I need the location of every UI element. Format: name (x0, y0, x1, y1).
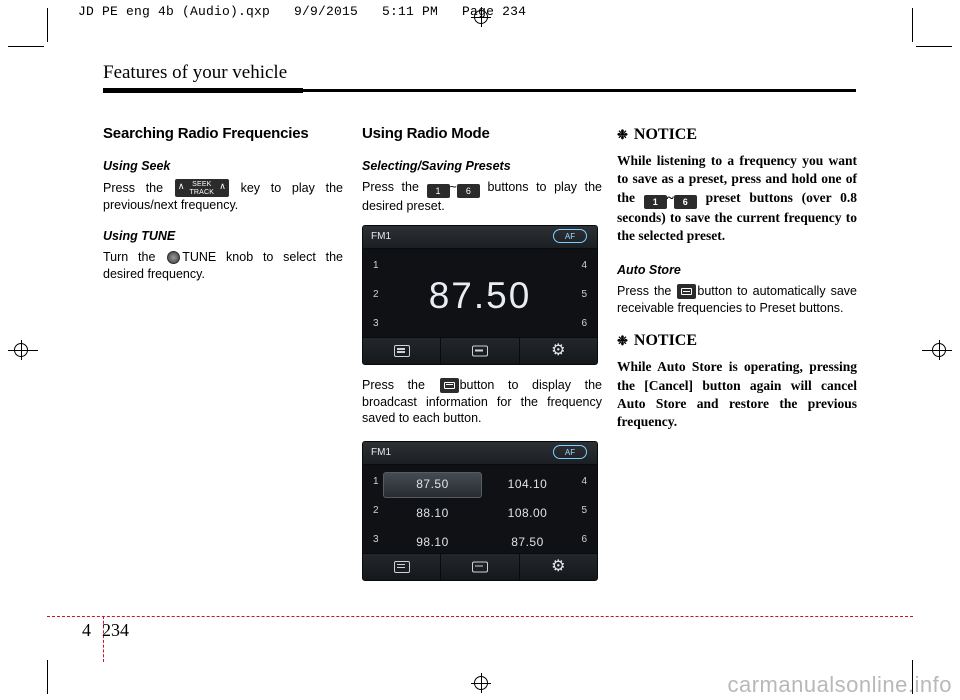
crop-mark-tr-v (912, 8, 913, 42)
preset-row-1: 87.50 104.10 (383, 471, 575, 499)
radio-screen1-frequency-value: 87.50 (428, 274, 532, 316)
info-card-icon (471, 561, 488, 573)
radio-screen2-list-button (363, 553, 442, 580)
preset-value-2: 88.10 (416, 506, 449, 521)
radio-screen2-preset-grid: 87.50 104.10 88.10 108.00 98.10 87.50 (383, 468, 575, 552)
header-rule-accent (103, 88, 303, 93)
preset-value-3: 98.10 (416, 535, 449, 550)
info-card-icon (471, 345, 488, 357)
footer-rule (47, 616, 913, 617)
radio-screen2-band-label: FM1 (371, 446, 391, 458)
notice-heading-1: ❉ NOTICE (617, 124, 857, 145)
tune-text-before: Turn the (103, 250, 156, 265)
registration-mark-left (11, 340, 31, 360)
radio-screen-preset-list: FM1 AF 1 2 3 4 5 6 87.50 104.10 88.10 10… (362, 440, 598, 581)
seek-text-before: Press the (103, 181, 164, 196)
gear-icon: ⚙ (551, 557, 566, 575)
radio-screen1-bottom-bar: ⚙ (363, 336, 597, 364)
notice-preset-key-6-icon: 6 (673, 194, 697, 209)
radio-screen-frequency-display: FM1 AF 1 2 3 4 5 6 87.50 ⚙ (362, 224, 598, 365)
header-rule (303, 89, 856, 92)
preset-value-6: 87.50 (511, 535, 544, 550)
radio-screen2-settings-button: ⚙ (520, 554, 597, 580)
paragraph-preset-buttons: Press the 1 ~6 buttons to play the desire… (362, 179, 602, 215)
section-title-searching-radio-frequencies: Searching Radio Frequencies (103, 125, 309, 142)
notice-range-separator: ~ (666, 189, 674, 205)
site-watermark: carmanualsonline.info (727, 672, 952, 697)
auto-store-key-icon (677, 284, 697, 300)
column-one: Searching Radio Frequencies Using Seek P… (103, 124, 343, 297)
radio-screen2-preset-3: 3 (373, 533, 379, 545)
radio-screen1-settings-button: ⚙ (520, 338, 597, 364)
seek-right-arrow: ∧ (219, 181, 226, 192)
preset-range-separator: ~ (449, 180, 457, 195)
paragraph-using-seek: Press the ∧ SEEK TRACK ∧ key to play the… (103, 179, 343, 214)
section-title-using-radio-mode: Using Radio Mode (362, 125, 490, 142)
list-icon (393, 560, 410, 573)
subsection-auto-store: Auto Store (617, 262, 681, 277)
radio-screen1-list-button (363, 337, 442, 364)
radio-screen2-preset-2: 2 (373, 504, 379, 516)
crop-mark-tl-v (47, 8, 48, 42)
page-canvas: JD PE eng 4b (Audio).qxp 9/9/2015 5:11 P… (0, 0, 960, 700)
folio-page-number: 234 (102, 620, 129, 640)
subsection-using-tune: Using TUNE (103, 228, 176, 243)
radio-screen1-af-badge: AF (553, 228, 587, 243)
subsection-using-seek: Using Seek (103, 158, 171, 173)
preset-value-1: 87.50 (416, 477, 449, 492)
paragraph-auto-store: Press the button to automatically save r… (617, 283, 857, 316)
notice-label-2: NOTICE (633, 332, 698, 350)
preset-text-before: Press the (362, 180, 419, 195)
running-head: Features of your vehicle (103, 62, 288, 83)
notice-preset-key-1-icon: 1 (643, 194, 667, 209)
radio-screen1-preset-4: 4 (581, 259, 587, 271)
subsection-selecting-saving-presets: Selecting/Saving Presets (362, 158, 511, 173)
crop-mark-tl-h (8, 46, 44, 47)
tune-knob-icon (167, 251, 181, 265)
notice-paragraph-1: While listening to a frequency you want … (617, 152, 857, 245)
seek-track-key-icon: ∧ SEEK TRACK ∧ (174, 179, 229, 198)
paragraph-using-tune: Turn the TUNE knob to select the desired… (103, 249, 343, 282)
radio-screen2-af-badge: AF (553, 444, 587, 459)
radio-screen2-preset-4: 4 (581, 475, 587, 487)
radio-screen1-band-label: FM1 (371, 230, 391, 242)
notice-label-1: NOTICE (633, 126, 698, 143)
preset-key-6-icon: 6 (456, 184, 480, 199)
radio-screen2-info-button (441, 553, 520, 580)
preset-value-4: 104.10 (507, 477, 548, 492)
registration-mark-bottom (471, 673, 491, 693)
list-icon (393, 344, 410, 357)
crop-mark-bl-v (47, 660, 48, 694)
radio-screen2-preset-5: 5 (581, 504, 587, 516)
radio-screen1-preset-1: 1 (373, 259, 379, 271)
preset-key-1-icon: 1 (426, 184, 450, 199)
radio-screen2-preset-1: 1 (373, 475, 379, 487)
folio: 4 234 (82, 620, 129, 641)
info-display-key-icon (439, 377, 459, 393)
gear-icon: ⚙ (551, 341, 566, 359)
notice-paragraph-2: While Auto Store is operating, pressing … (617, 359, 857, 430)
crop-mark-tr-h (916, 46, 952, 47)
notice-star-icon: ❉ (617, 127, 628, 143)
paragraph-display-broadcast-info: Press the button to display the broadcas… (362, 377, 602, 427)
folio-chapter: 4 (82, 620, 91, 640)
radio-screen2-bottom-bar: ⚙ (363, 552, 597, 580)
registration-mark-right (929, 340, 949, 360)
broadcast-text-before: Press the (362, 377, 425, 392)
notice-star-icon-2: ❉ (617, 333, 628, 349)
print-slug-line: JD PE eng 4b (Audio).qxp 9/9/2015 5:11 P… (78, 4, 527, 19)
radio-screen1-info-button (441, 337, 520, 364)
column-two: Using Radio Mode Selecting/Saving Preset… (362, 124, 602, 593)
column-three: ❉ NOTICE While listening to a frequency … (617, 124, 857, 448)
notice-heading-2: ❉ NOTICE (617, 330, 857, 351)
preset-value-5: 108.00 (507, 506, 548, 521)
radio-screen2-preset-6: 6 (581, 533, 587, 545)
preset-row-2: 88.10 108.00 (385, 501, 575, 528)
autostore-text-before: Press the (617, 284, 672, 299)
